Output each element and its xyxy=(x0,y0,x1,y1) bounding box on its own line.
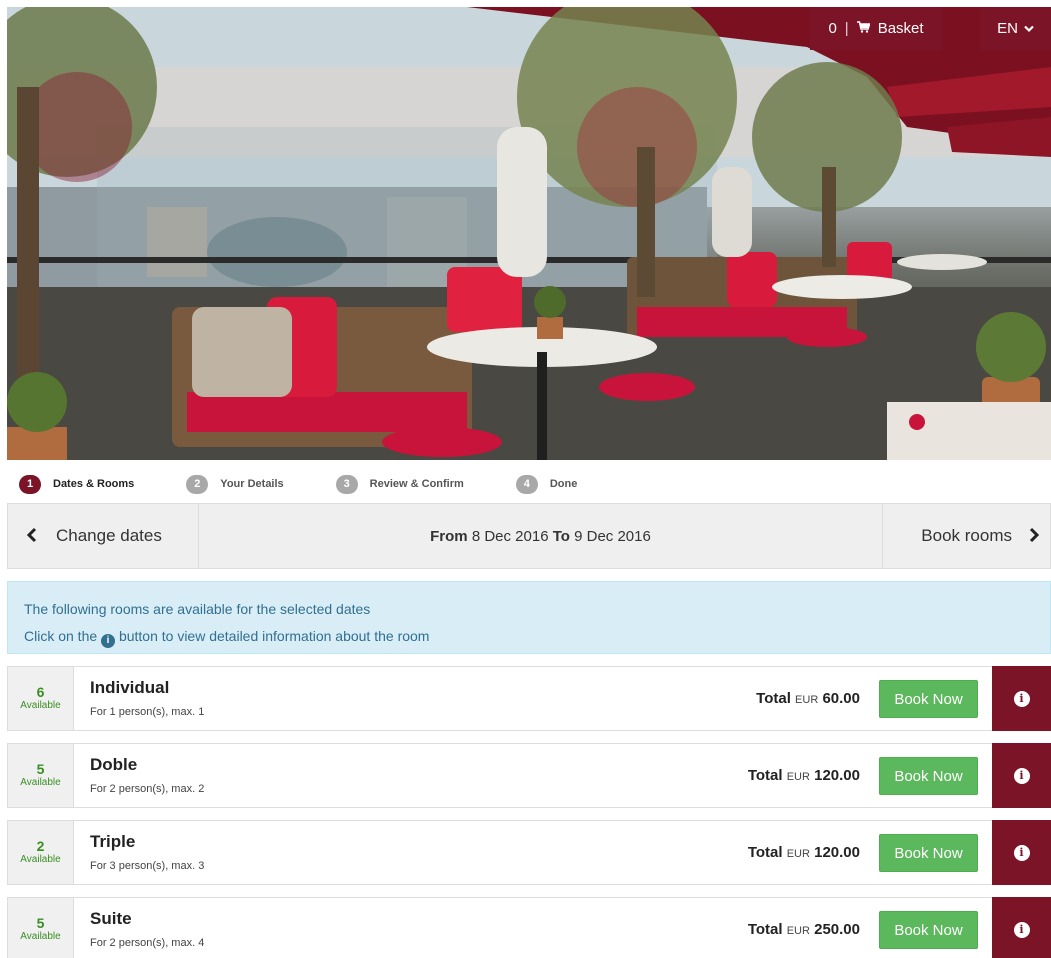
language-label: EN xyxy=(997,20,1018,37)
step-dates-rooms: 1 Dates & Rooms xyxy=(19,474,135,494)
step-your-details: 2 Your Details xyxy=(186,474,284,494)
to-word: To xyxy=(552,527,570,545)
room-info-button[interactable]: i xyxy=(992,666,1051,731)
availability-count: 5 Available xyxy=(8,898,74,958)
step-label: Your Details xyxy=(220,478,284,490)
room-row-triple: 2 Available Triple For 3 person(s), max.… xyxy=(7,820,1051,885)
total-label: Total xyxy=(756,690,791,707)
room-info-button[interactable]: i xyxy=(992,820,1051,885)
room-row-suite: 5 Available Suite For 2 person(s), max. … xyxy=(7,897,1051,958)
alert-line-1: The following rooms are available for th… xyxy=(24,601,371,617)
room-capacity: For 1 person(s), max. 1 xyxy=(90,706,205,718)
available-number: 5 xyxy=(36,915,45,931)
available-label: Available xyxy=(20,700,61,711)
room-row-individual: 6 Available Individual For 1 person(s), … xyxy=(7,666,1051,731)
step-number: 1 xyxy=(19,474,41,494)
chevron-left-icon xyxy=(26,523,38,549)
step-number: 4 xyxy=(515,474,538,494)
available-label: Available xyxy=(20,777,61,788)
book-now-button[interactable]: Book Now xyxy=(879,834,978,872)
room-capacity: For 3 person(s), max. 3 xyxy=(90,860,205,872)
chevron-down-icon xyxy=(1024,20,1034,37)
room-total: Total EUR 250.00 xyxy=(748,921,860,938)
room-total: Total EUR 60.00 xyxy=(756,690,860,707)
room-total: Total EUR 120.00 xyxy=(748,767,860,784)
room-capacity: For 2 person(s), max. 4 xyxy=(90,937,205,949)
hero-image xyxy=(7,7,1051,460)
info-circle-icon: i xyxy=(1013,921,1030,938)
step-review-confirm: 3 Review & Confirm xyxy=(335,474,464,494)
availability-alert: The following rooms are available for th… xyxy=(7,581,1051,654)
availability-count: 2 Available xyxy=(8,821,74,884)
room-info: Doble For 2 person(s), max. 2 xyxy=(74,744,204,807)
available-label: Available xyxy=(20,931,61,942)
step-number: 3 xyxy=(335,474,358,494)
room-list: 6 Available Individual For 1 person(s), … xyxy=(7,666,1051,958)
language-selector[interactable]: EN xyxy=(980,7,1051,50)
book-rooms-label: Book rooms xyxy=(921,526,1012,545)
availability-count: 5 Available xyxy=(8,744,74,807)
available-number: 6 xyxy=(36,684,45,700)
basket-label: Basket xyxy=(877,20,924,37)
price: 120.00 xyxy=(814,767,860,784)
currency: EUR xyxy=(795,694,819,706)
step-label: Done xyxy=(549,478,578,490)
currency: EUR xyxy=(786,771,810,783)
book-now-button[interactable]: Book Now xyxy=(879,757,978,795)
basket-button[interactable]: 0 | Basket xyxy=(810,7,942,50)
step-label: Dates & Rooms xyxy=(53,478,135,490)
date-navigation: Change dates From 8 Dec 2016 To 9 Dec 20… xyxy=(7,503,1051,569)
available-label: Available xyxy=(20,854,61,865)
alert-line-2-post: button to view detailed information abou… xyxy=(118,628,430,644)
divider: | xyxy=(844,20,849,37)
available-number: 5 xyxy=(36,761,45,777)
change-dates-label: Change dates xyxy=(56,526,162,545)
price: 250.00 xyxy=(814,921,860,938)
info-circle-icon: i xyxy=(1013,690,1030,707)
room-name: Suite xyxy=(90,909,132,928)
step-done: 4 Done xyxy=(515,474,578,494)
basket-count: 0 xyxy=(828,20,837,37)
alert-line-2-pre: Click on the xyxy=(24,628,98,644)
room-info: Individual For 1 person(s), max. 1 xyxy=(74,667,204,730)
available-number: 2 xyxy=(36,838,45,854)
room-total: Total EUR 120.00 xyxy=(748,844,860,861)
change-dates-button[interactable]: Change dates xyxy=(8,504,199,568)
room-info: Suite For 2 person(s), max. 4 xyxy=(74,898,204,958)
book-rooms-button[interactable]: Book rooms xyxy=(882,504,1050,568)
info-circle-icon: i xyxy=(1013,767,1030,784)
chevron-right-icon xyxy=(1028,523,1040,549)
total-label: Total xyxy=(747,844,783,861)
selected-dates: From 8 Dec 2016 To 9 Dec 2016 xyxy=(199,504,882,568)
room-capacity: For 2 person(s), max. 2 xyxy=(90,783,205,795)
room-row-doble: 5 Available Doble For 2 person(s), max. … xyxy=(7,743,1051,808)
availability-count: 6 Available xyxy=(8,667,74,730)
total-label: Total xyxy=(747,767,783,784)
room-name: Doble xyxy=(90,755,138,774)
step-number: 2 xyxy=(186,474,209,494)
room-info-button[interactable]: i xyxy=(992,897,1051,958)
info-circle-icon: i xyxy=(101,633,116,648)
progress-steps: 1 Dates & Rooms 2 Your Details 3 Review … xyxy=(7,467,1051,501)
room-info-button[interactable]: i xyxy=(992,743,1051,808)
price: 120.00 xyxy=(814,844,860,861)
alert-line-2: Click on the i button to view detailed i… xyxy=(24,623,1034,650)
to-date: 9 Dec 2016 xyxy=(574,527,651,545)
terrace-photo xyxy=(7,7,1051,460)
room-name: Individual xyxy=(90,678,170,697)
room-info: Triple For 3 person(s), max. 3 xyxy=(74,821,204,884)
currency: EUR xyxy=(786,848,810,860)
total-label: Total xyxy=(747,921,783,938)
price: 60.00 xyxy=(822,690,860,707)
book-now-button[interactable]: Book Now xyxy=(879,911,978,949)
room-name: Triple xyxy=(90,832,136,851)
from-word: From xyxy=(430,527,468,545)
book-now-button[interactable]: Book Now xyxy=(879,680,978,718)
step-label: Review & Confirm xyxy=(369,478,464,490)
currency: EUR xyxy=(786,925,810,937)
info-circle-icon: i xyxy=(1013,844,1030,861)
from-date: 8 Dec 2016 xyxy=(471,527,549,545)
cart-icon xyxy=(856,20,871,37)
